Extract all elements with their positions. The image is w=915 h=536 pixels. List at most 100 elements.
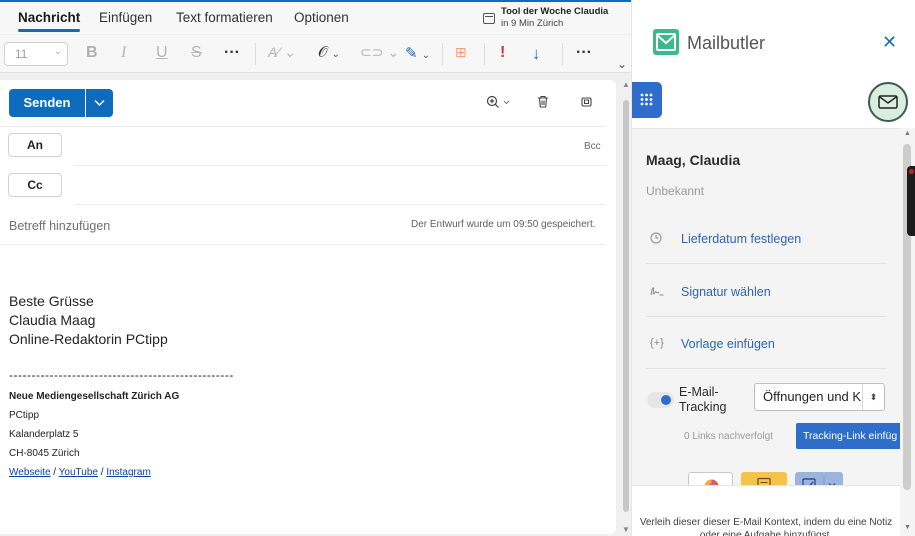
pen-icon[interactable]: ✎ ⌄ — [405, 44, 430, 62]
bottom-info: Verleih dieser dieser E-Mail Kontext, in… — [632, 485, 900, 536]
chevron-down-icon — [94, 100, 105, 106]
delete-icon[interactable] — [537, 95, 549, 113]
scroll-up-icon[interactable]: ▲ — [904, 130, 911, 137]
brand-name: Mailbutler — [687, 33, 766, 53]
action-label: Lieferdatum festlegen — [681, 232, 802, 246]
add-tracking-link-button[interactable]: Tracking-Link einfüg — [796, 423, 900, 449]
ribbon-toolbar: 11 ⌄ B I U S ··· A⁄ ⌄ 𝒪 ⌄ ⊂⊃ ⌄ ✎ ⌄ ⊞ ! ↓… — [0, 35, 631, 73]
action-label: Signatur wählen — [681, 285, 771, 299]
bold-icon[interactable]: B — [86, 44, 98, 62]
link-separator: / — [50, 467, 59, 478]
links-tracked-count: 0 Links nachverfolgt — [684, 431, 773, 442]
high-importance-icon[interactable]: ! — [500, 44, 505, 62]
template-icon[interactable]: ⊞ — [455, 44, 467, 61]
highlight-icon[interactable]: A⁄ ⌄ — [268, 44, 295, 61]
contact-status: Unbekannt — [646, 184, 705, 198]
close-icon[interactable]: ✕ — [882, 32, 897, 53]
panel-content: Maag, Claudia Unbekannt Lieferdatum fest… — [632, 128, 900, 536]
cc-button[interactable]: Cc — [8, 173, 62, 197]
scroll-down-icon[interactable]: ▼ — [622, 525, 630, 534]
send-button[interactable]: Senden — [9, 89, 85, 117]
ribbon-tab-bar: Nachricht Einfügen Text formatieren Opti… — [0, 2, 631, 34]
mailbutler-panel: Mailbutler ✕ Maag, Claudia Unbekannt Lie… — [631, 0, 915, 536]
more-format-icon[interactable]: ··· — [224, 44, 240, 62]
divider — [0, 126, 606, 127]
cc-field-underline — [74, 204, 606, 205]
reminder-subtitle: in 9 Min Zürich — [501, 18, 564, 29]
strikethrough-icon[interactable]: S — [191, 44, 202, 62]
mailbutler-logo — [653, 29, 679, 55]
envelope-icon — [878, 95, 898, 109]
tab-text-formatieren[interactable]: Text formatieren — [176, 10, 273, 25]
signature-line: Kalanderplatz 5 — [9, 429, 79, 440]
font-size-value: 11 — [15, 47, 28, 61]
clock-icon — [650, 232, 662, 247]
low-importance-icon[interactable]: ↓ — [532, 44, 541, 64]
tool-of-week-reminder[interactable]: Tool der Woche Claudia in 9 Min Zürich — [483, 6, 608, 30]
scroll-down-icon[interactable]: ▼ — [904, 524, 911, 531]
tracking-mode-select[interactable]: Öffnungen und K ⬍ — [754, 383, 885, 411]
tracking-toggle[interactable] — [647, 392, 674, 408]
collapse-ribbon-icon[interactable]: ⌄ — [617, 57, 627, 71]
divider — [646, 368, 886, 369]
action-label: Vorlage einfügen — [681, 337, 775, 351]
action-signature[interactable]: Signatur wählen — [646, 285, 886, 337]
toggle-knob — [661, 395, 671, 405]
to-field-underline — [74, 165, 606, 166]
apps-menu-button[interactable] — [632, 82, 662, 118]
tab-optionen[interactable]: Optionen — [294, 10, 349, 25]
zoom-icon[interactable] — [486, 95, 512, 114]
more-icon[interactable]: ··· — [576, 44, 592, 62]
font-size-select[interactable]: 11 ⌄ — [4, 42, 68, 66]
link-icon[interactable]: ⊂⊃ ⌄ — [360, 44, 399, 61]
action-template[interactable]: {+} Vorlage einfügen — [646, 337, 886, 389]
send-options-button[interactable] — [86, 89, 113, 117]
mail-view-button[interactable] — [868, 82, 908, 122]
tracking-label: E-Mail-Tracking — [679, 385, 727, 414]
toolbar-divider — [484, 43, 485, 65]
signature-company: Neue Mediengesellschaft Zürich AG — [9, 391, 180, 402]
contact-name: Maag, Claudia — [646, 152, 741, 168]
signature-separator: ----------------------------------------… — [9, 368, 234, 382]
body-line: Claudia Maag — [9, 312, 96, 328]
bcc-button[interactable]: Bcc — [584, 141, 601, 152]
scroll-up-icon[interactable]: ▲ — [622, 80, 630, 89]
compose-card: Senden An Bcc Cc Betreff hinzufügen Der … — [0, 80, 616, 534]
action-delivery-date[interactable]: Lieferdatum festlegen — [646, 232, 886, 284]
compose-scrollbar[interactable]: ▲ ▼ — [622, 78, 630, 536]
link-webseite[interactable]: Webseite — [9, 467, 51, 478]
tab-nachricht[interactable]: Nachricht — [18, 10, 81, 32]
signature-line: CH-8045 Zürich — [9, 448, 80, 459]
notification-dot — [909, 169, 914, 174]
calendar-icon — [483, 13, 495, 24]
toolbar-divider — [442, 43, 443, 65]
body-line: Online-Redaktorin PCtipp — [9, 331, 168, 347]
toolbar-divider — [255, 43, 256, 65]
to-button[interactable]: An — [8, 133, 62, 157]
link-instagram[interactable]: Instagram — [106, 467, 150, 478]
tab-einfuegen[interactable]: Einfügen — [99, 10, 152, 25]
select-arrows-icon: ⬍ — [862, 384, 884, 410]
subject-input[interactable]: Betreff hinzufügen — [9, 219, 110, 233]
scroll-thumb[interactable] — [623, 100, 629, 512]
attach-icon[interactable]: 𝒪 ⌄ — [318, 44, 340, 61]
popout-icon[interactable] — [581, 95, 593, 113]
divider — [646, 316, 886, 317]
tracking-mode-value: Öffnungen und K — [763, 389, 862, 404]
link-youtube[interactable]: YouTube — [59, 467, 98, 478]
message-body[interactable]: Beste Grüsse Claudia Maag Online-Redakto… — [9, 292, 168, 349]
subject-underline — [0, 244, 606, 245]
grid-icon — [640, 93, 653, 106]
underline-icon[interactable]: U — [156, 44, 168, 62]
compose-window: Nachricht Einfügen Text formatieren Opti… — [0, 0, 631, 536]
divider — [646, 263, 886, 264]
template-icon: {+} — [650, 337, 664, 349]
italic-icon[interactable]: I — [121, 44, 126, 62]
draft-saved-status: Der Entwurf wurde um 09:50 gespeichert. — [411, 219, 596, 230]
body-line: Beste Grüsse — [9, 293, 94, 309]
reminder-title: Tool der Woche Claudia — [501, 6, 609, 17]
side-feedback-tab[interactable] — [907, 166, 915, 236]
signature-line: PCtipp — [9, 410, 40, 421]
context-hint: Verleih dieser dieser E-Mail Kontext, in… — [639, 517, 893, 536]
toolbar-divider — [562, 43, 563, 65]
